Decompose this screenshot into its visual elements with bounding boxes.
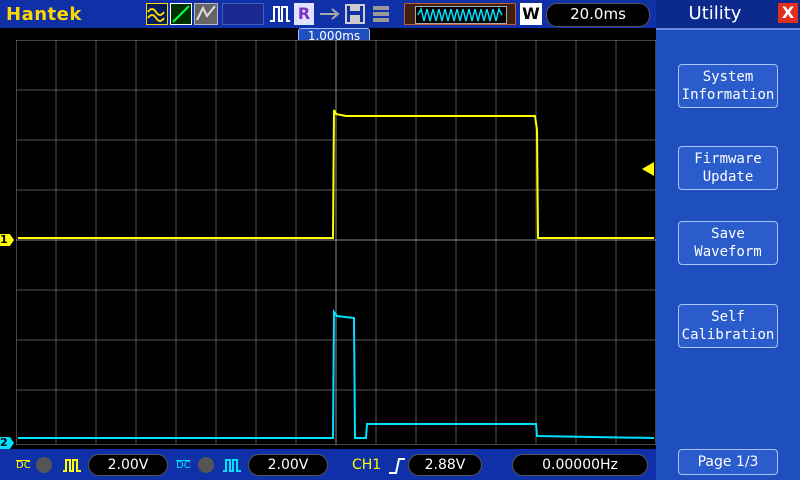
arrow-icon [318, 3, 340, 25]
ch1-scale-readout[interactable]: 2.00V [88, 454, 168, 476]
utility-menu-header: Utility X [656, 0, 800, 30]
ch2-marker[interactable]: 2 [0, 437, 14, 449]
persistence-icon[interactable] [194, 3, 218, 25]
ch1-coupling-label: DC [16, 456, 31, 471]
trigger-level-marker[interactable] [642, 162, 654, 176]
trigger-source-label: CH1 [352, 457, 382, 473]
trigger-edge-icon [389, 458, 405, 474]
trigger-level-readout[interactable]: 2.88V [408, 454, 482, 476]
memory-icon[interactable] [370, 3, 392, 25]
memory-depth-indicator [404, 3, 516, 25]
page-button[interactable]: Page 1/3 [678, 449, 778, 475]
ch2-coupling-label: DC [176, 456, 191, 471]
utility-menu-panel: Utility X System Information Firmware Up… [656, 0, 800, 480]
ch1-marker[interactable]: 1 [0, 234, 14, 246]
top-status-bar: Hantek R W 20.0ms [0, 0, 656, 28]
run-mode-badge[interactable]: R [294, 3, 314, 25]
bottom-status-bar: DC 2.00V DC 2.00V CH1 2.88V 0.00000Hz [0, 449, 656, 480]
brand-logo: Hantek [6, 4, 82, 25]
ch2-scale-readout[interactable]: 2.00V [248, 454, 328, 476]
system-information-button[interactable]: System Information [678, 64, 778, 108]
close-menu-button[interactable]: X [778, 3, 798, 23]
menu-title: Utility [688, 3, 742, 24]
pulse-trigger-icon[interactable] [268, 3, 292, 25]
firmware-update-button[interactable]: Firmware Update [678, 146, 778, 190]
ch1-pulse-icon [63, 459, 81, 472]
status-indicator-box [222, 3, 264, 25]
waveform-mode-icon[interactable] [146, 3, 168, 25]
ch2-pulse-icon [223, 459, 241, 472]
save-waveform-button[interactable]: Save Waveform [678, 221, 778, 265]
trigger-slope-icon[interactable] [170, 3, 192, 25]
waveform-display [16, 40, 656, 445]
save-icon[interactable] [344, 3, 366, 25]
self-calibration-button[interactable]: Self Calibration [678, 304, 778, 348]
timebase-mode-badge: W [520, 3, 542, 25]
frequency-readout: 0.00000Hz [512, 454, 648, 476]
ch1-bandwidth-icon [36, 457, 52, 473]
timebase-readout[interactable]: 20.0ms [546, 3, 650, 27]
ch2-bandwidth-icon [198, 457, 214, 473]
